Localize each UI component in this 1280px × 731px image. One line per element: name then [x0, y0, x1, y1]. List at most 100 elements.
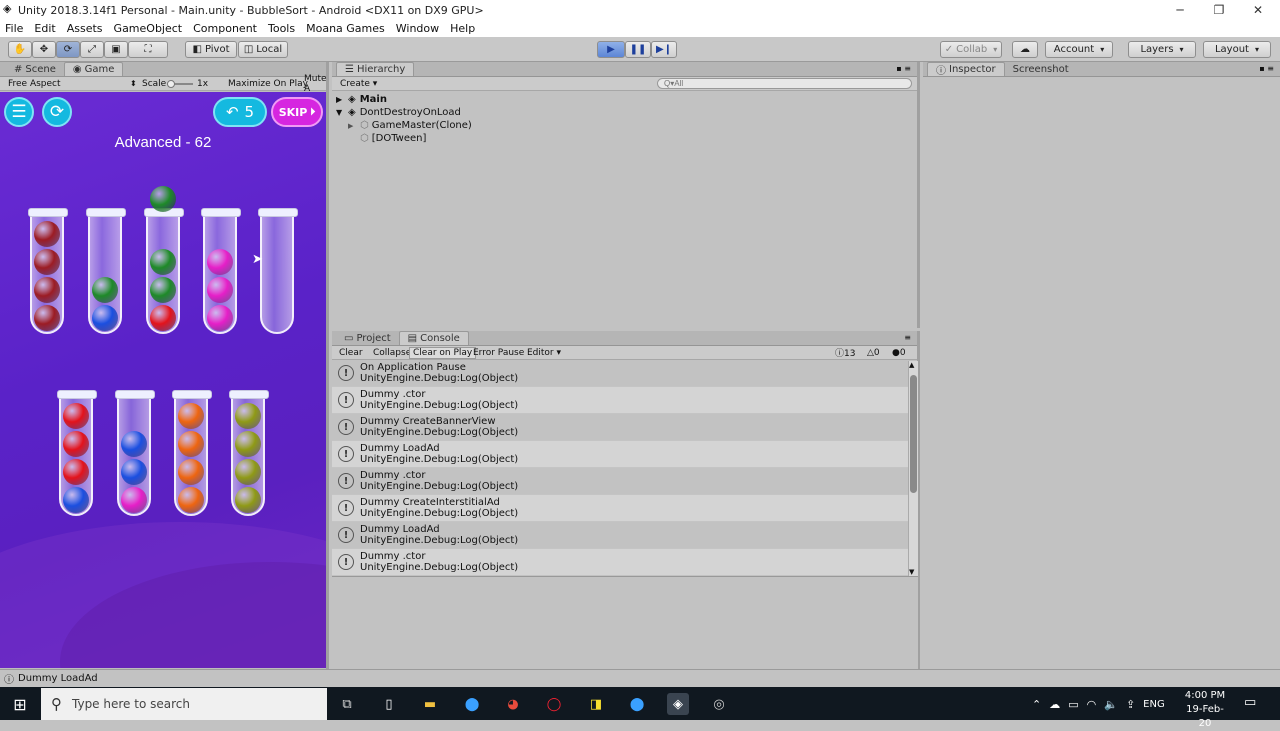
log-entry[interactable]: ! Dummy CreateBannerView UnityEngine.Debug…	[332, 414, 908, 441]
hierarchy-item-main[interactable]: ▶ ◈ Main	[332, 93, 917, 106]
pivot-toggle[interactable]: ◧ Pivot	[185, 41, 237, 58]
upload-icon[interactable]: ⇪	[1126, 698, 1135, 711]
tab-inspector[interactable]: ⓘ Inspector	[927, 62, 1005, 77]
console-scrollbar-thumb[interactable]	[910, 375, 917, 493]
scroll-up-icon[interactable]: ▲	[909, 361, 914, 369]
maximize-on-play-toggle[interactable]: Maximize On Play	[228, 79, 308, 89]
warning-count-toggle[interactable]: △0	[867, 348, 880, 358]
cloud-button[interactable]: ☁	[1012, 41, 1038, 58]
log-source: UnityEngine.Debug:Log(Object)	[360, 481, 519, 492]
notification-icon[interactable]: ▭	[1244, 695, 1262, 713]
menu-moana-games[interactable]: Moana Games	[306, 22, 385, 35]
pivot-icon: ◧	[192, 44, 202, 55]
tube[interactable]	[258, 208, 298, 334]
panel-menu-icon[interactable]: ≡	[904, 333, 911, 342]
menu-file[interactable]: File	[5, 22, 23, 35]
wifi-icon[interactable]: ◠	[1087, 698, 1097, 711]
cloud-icon: ☁	[1020, 44, 1030, 55]
console-log-list[interactable]: ! On Application Pause UnityEngine.Debug:L…	[332, 360, 908, 575]
unity-taskbar-icon[interactable]: ◈	[667, 693, 689, 715]
menu-assets[interactable]: Assets	[67, 22, 103, 35]
aspect-dropdown[interactable]: Free Aspect	[8, 79, 61, 89]
chrome-icon[interactable]: ◕	[502, 693, 524, 715]
maps-pin-icon[interactable]: ⬤	[626, 693, 648, 715]
mute-audio-toggle[interactable]: Mute A	[304, 74, 327, 94]
menu-help[interactable]: Help	[450, 22, 475, 35]
hierarchy-item-gamemaster[interactable]: ▶ ⬡ GameMaster(Clone)	[332, 119, 917, 132]
close-button[interactable]: ✕	[1239, 0, 1277, 20]
tab-screenshot[interactable]: Screenshot	[1005, 62, 1077, 76]
log-entry[interactable]: ! Dummy .ctor UnityEngine.Debug:Log(Object…	[332, 549, 908, 575]
menu-component[interactable]: Component	[193, 22, 257, 35]
rect-tool-icon[interactable]: ▣	[104, 41, 128, 58]
collapse-button[interactable]: Collapse	[370, 348, 414, 358]
language-indicator[interactable]: ENG	[1143, 699, 1165, 710]
menu-tools[interactable]: Tools	[268, 22, 295, 35]
log-entry[interactable]: ! Dummy .ctor UnityEngine.Debug:Log(Object…	[332, 468, 908, 495]
clear-on-play-button[interactable]: Clear on Play	[409, 346, 477, 359]
collapse-arrow-icon[interactable]: ▼	[336, 108, 348, 117]
move-tool-icon[interactable]: ✥	[32, 41, 56, 58]
hand-tool-icon[interactable]: ✋	[8, 41, 32, 58]
volume-icon[interactable]: 🔈	[1104, 698, 1118, 711]
menu-gameobject[interactable]: GameObject	[114, 22, 183, 35]
step-button[interactable]: ▶❙	[651, 41, 677, 58]
onedrive-icon[interactable]: ☁	[1049, 698, 1060, 711]
sticky-notes-icon[interactable]: ◨	[585, 693, 607, 715]
tab-project[interactable]: ▭ Project	[336, 331, 399, 345]
battery-icon[interactable]: ▭	[1068, 698, 1078, 711]
console-scrollbar[interactable]: ▲ ▼	[908, 361, 918, 576]
account-dropdown[interactable]: Account	[1045, 41, 1113, 58]
expand-arrow-icon[interactable]: ▶	[348, 122, 360, 130]
clear-button[interactable]: Clear	[336, 348, 366, 358]
layers-dropdown[interactable]: Layers	[1128, 41, 1196, 58]
log-entry[interactable]: ! Dummy .ctor UnityEngine.Debug:Log(Object…	[332, 387, 908, 414]
opera-icon[interactable]: ◯	[543, 693, 565, 715]
log-entry[interactable]: ! Dummy LoadAd UnityEngine.Debug:Log(Objec…	[332, 522, 908, 549]
maximize-button[interactable]: ❐	[1200, 0, 1238, 20]
editor-dropdown[interactable]: Editor ▾	[524, 348, 564, 358]
tab-game[interactable]: ◉ Game	[63, 62, 124, 76]
log-entry[interactable]: ! Dummy LoadAd UnityEngine.Debug:Log(Objec…	[332, 441, 908, 468]
panel-menu-icon[interactable]: ▪ ≡	[1259, 64, 1274, 73]
menu-window[interactable]: Window	[396, 22, 439, 35]
obs-icon[interactable]: ◎	[708, 693, 730, 715]
log-message: Dummy CreateBannerView	[360, 416, 496, 427]
windows-start-icon[interactable]: ⊞	[10, 694, 30, 714]
play-button[interactable]: ▶	[597, 41, 625, 58]
scale-slider-thumb[interactable]	[167, 80, 175, 88]
minimize-button[interactable]: ─	[1161, 0, 1199, 20]
clock[interactable]: 4:00 PM 19-Feb-20	[1180, 689, 1230, 729]
tab-hierarchy[interactable]: ☰ Hierarchy	[336, 62, 415, 76]
create-dropdown[interactable]: Create ▾	[340, 79, 377, 89]
task-view-icon[interactable]: ⧉	[336, 693, 358, 715]
rotate-tool-icon[interactable]: ⟳	[56, 41, 80, 58]
ball-darkred	[34, 249, 60, 275]
layout-dropdown[interactable]: Layout	[1203, 41, 1271, 58]
scroll-down-icon[interactable]: ▼	[909, 568, 914, 576]
collab-dropdown[interactable]: ✓ Collab	[940, 41, 1002, 58]
log-entry[interactable]: ! On Application Pause UnityEngine.Debug:L…	[332, 360, 908, 387]
pause-button[interactable]: ❚❚	[625, 41, 651, 58]
tray-chevron-icon[interactable]: ⌃	[1032, 698, 1041, 711]
maps-icon[interactable]: ⬤	[461, 693, 483, 715]
expand-arrow-icon[interactable]: ▶	[336, 95, 348, 104]
menu-edit[interactable]: Edit	[34, 22, 55, 35]
notepad-icon[interactable]: ▯	[378, 693, 400, 715]
panel-menu-icon[interactable]: ▪ ≡	[896, 64, 911, 73]
hierarchy-item-dotween[interactable]: ⬡ [DOTween]	[332, 132, 917, 145]
error-count-toggle[interactable]: ●0	[892, 348, 906, 358]
game-view[interactable]: ☰ ⟳ ↶ 5 SKIP ⏵ Advanced - 62 ➤	[0, 92, 326, 668]
transform-tool-icon[interactable]: ⛶	[128, 41, 168, 58]
hierarchy-item-dontdestroyonload[interactable]: ▼ ◈ DontDestroyOnLoad	[332, 106, 917, 119]
log-entry[interactable]: ! Dummy CreateInterstitialAd UnityEngine.D…	[332, 495, 908, 522]
taskbar-search-box[interactable]: ⚲ Type here to search	[41, 688, 327, 720]
local-toggle[interactable]: ◫ Local	[238, 41, 288, 58]
tab-scene[interactable]: # Scene	[6, 62, 64, 76]
file-explorer-icon[interactable]: ▬	[419, 693, 441, 715]
hierarchy-search-input[interactable]	[657, 78, 912, 89]
error-pause-button[interactable]: Error Pause	[470, 348, 527, 358]
scale-tool-icon[interactable]: ⤢	[80, 41, 104, 58]
tab-console[interactable]: ▤ Console	[398, 331, 469, 345]
log-count-toggle[interactable]: ⓘ13	[835, 346, 855, 359]
